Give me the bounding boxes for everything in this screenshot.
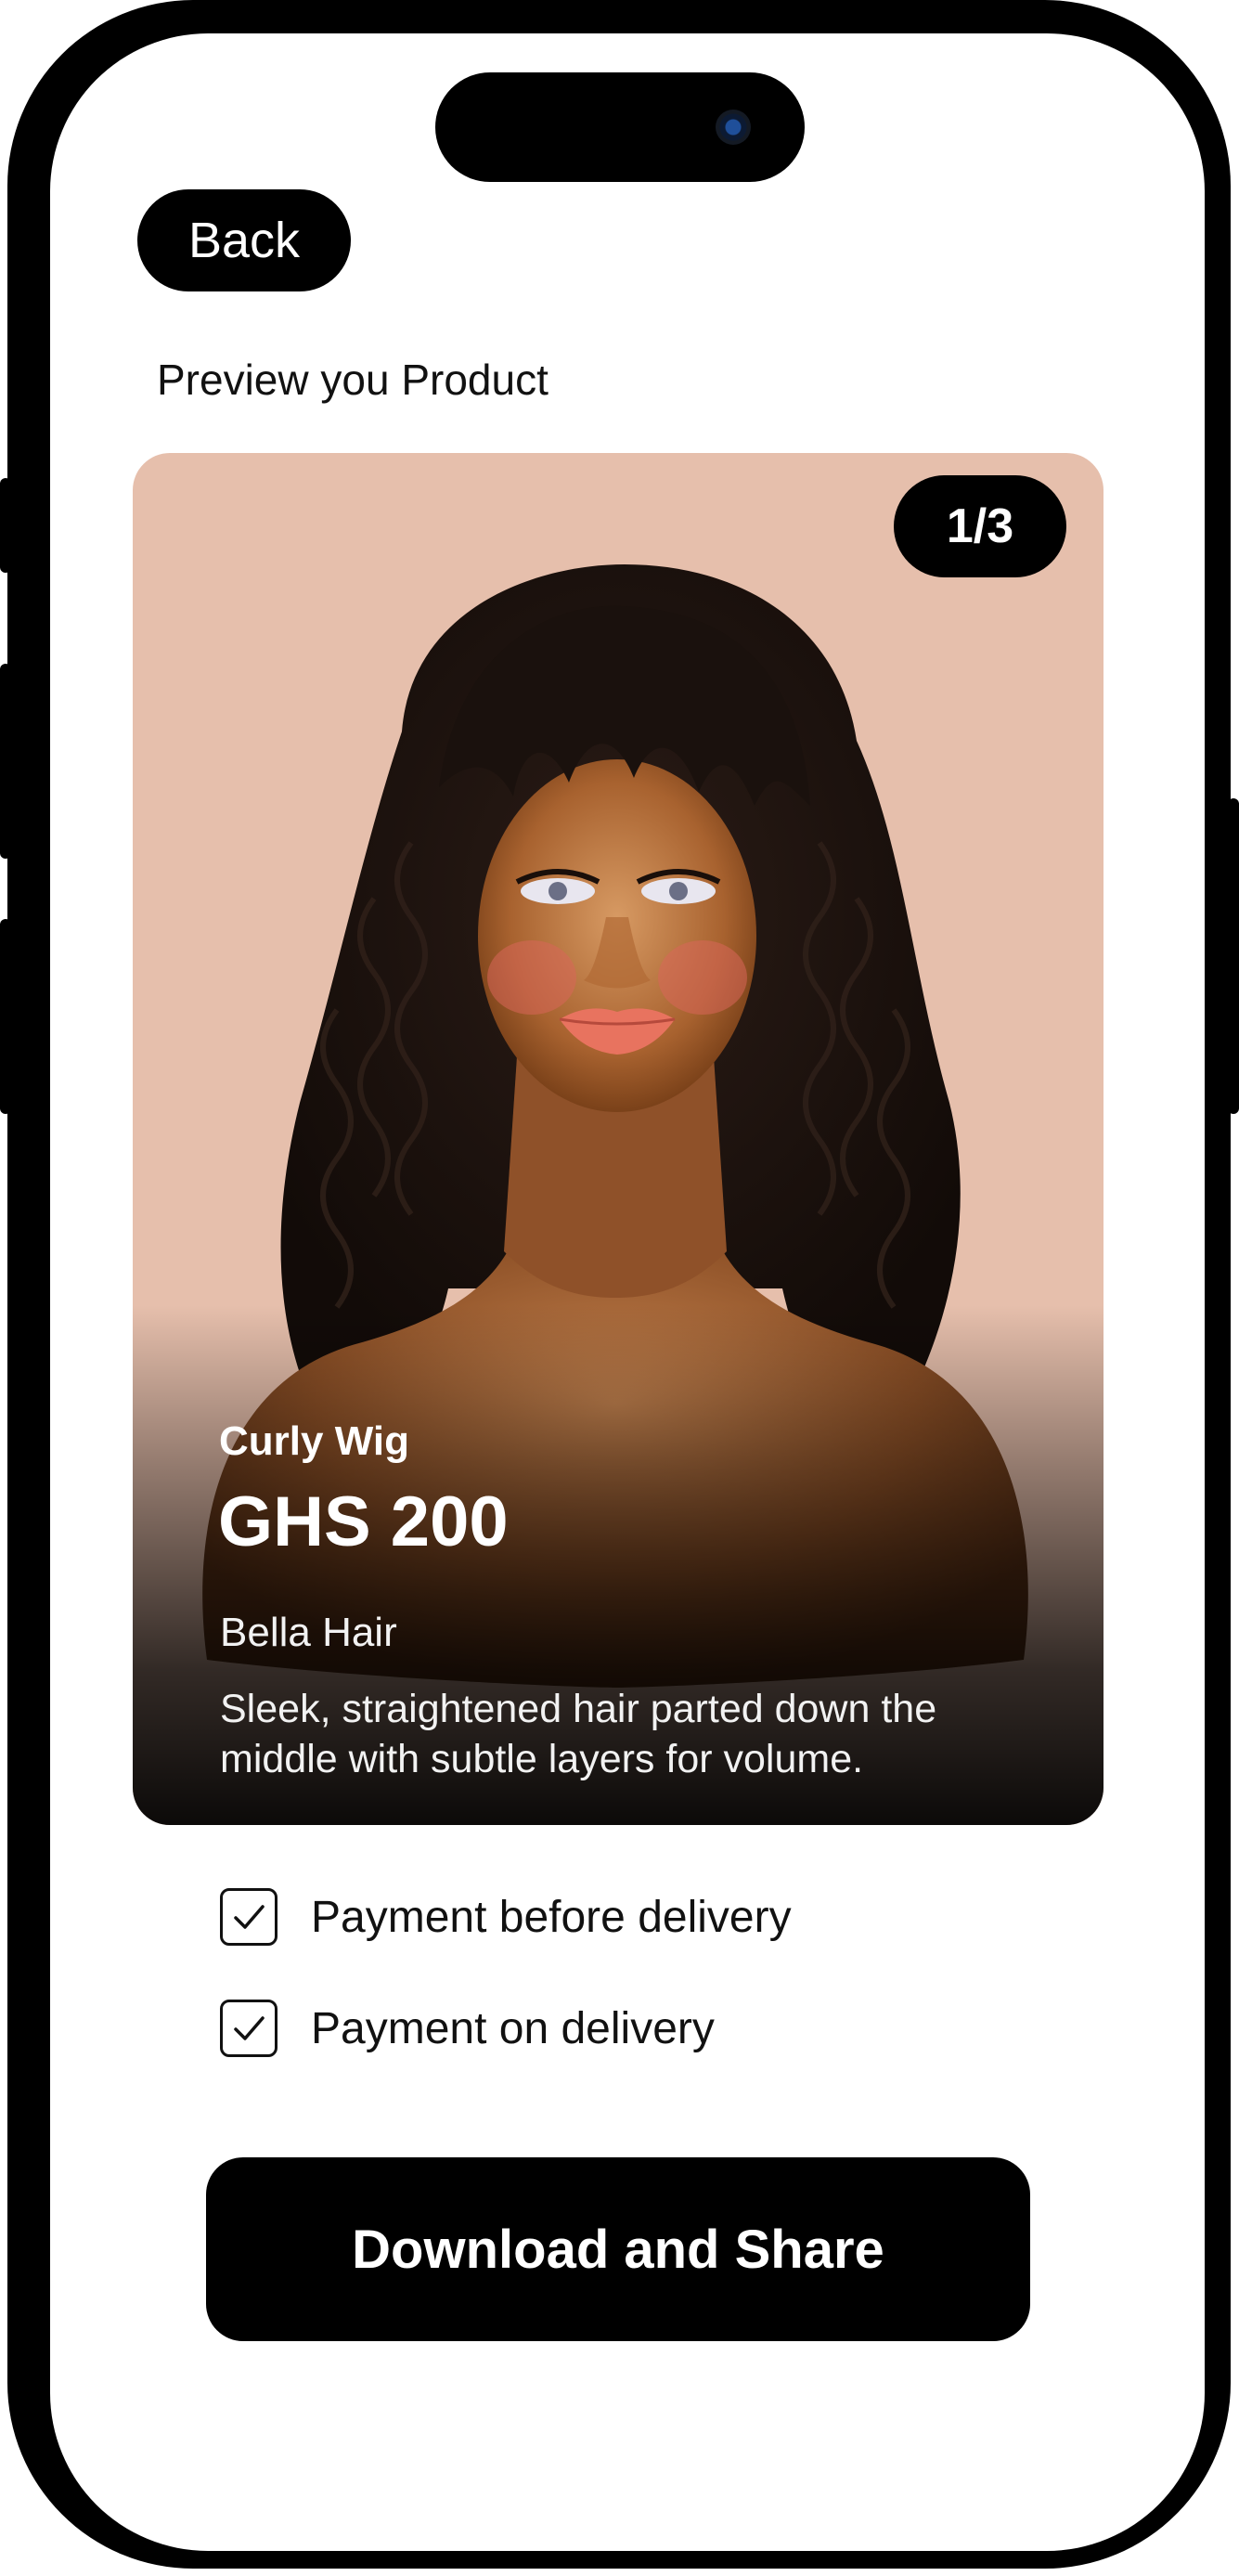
payment-on-delivery-option[interactable]: Payment on delivery	[220, 2000, 715, 2057]
payment-on-delivery-checkbox[interactable]	[220, 2000, 277, 2057]
payment-before-delivery-checkbox[interactable]	[220, 1888, 277, 1946]
action-button	[0, 478, 11, 573]
product-price: GHS 200	[218, 1482, 509, 1561]
back-button[interactable]: Back	[137, 189, 351, 291]
power-button	[1228, 798, 1239, 1114]
product-brand: Bella Hair	[220, 1610, 397, 1655]
camera-icon	[716, 110, 751, 145]
dynamic-island	[435, 72, 805, 182]
payment-before-delivery-label: Payment before delivery	[311, 1892, 792, 1942]
phone-screen: Back Preview you Product 1/3 Curly Wig G…	[50, 33, 1205, 2551]
download-and-share-button[interactable]: Download and Share	[206, 2157, 1030, 2341]
product-description: Sleek, straightened hair parted down the…	[220, 1687, 937, 1781]
image-counter-badge: 1/3	[894, 475, 1066, 577]
page-title: Preview you Product	[157, 356, 549, 404]
product-name: Curly Wig	[219, 1418, 409, 1464]
volume-down-button	[0, 919, 11, 1114]
check-icon	[234, 1905, 265, 1929]
payment-before-delivery-option[interactable]: Payment before delivery	[220, 1888, 792, 1946]
payment-on-delivery-label: Payment on delivery	[311, 2003, 715, 2053]
product-preview-card[interactable]: 1/3 Curly Wig GHS 200 Bella Hair Sleek, …	[133, 453, 1103, 1825]
volume-up-button	[0, 664, 11, 859]
check-icon	[234, 2016, 265, 2040]
